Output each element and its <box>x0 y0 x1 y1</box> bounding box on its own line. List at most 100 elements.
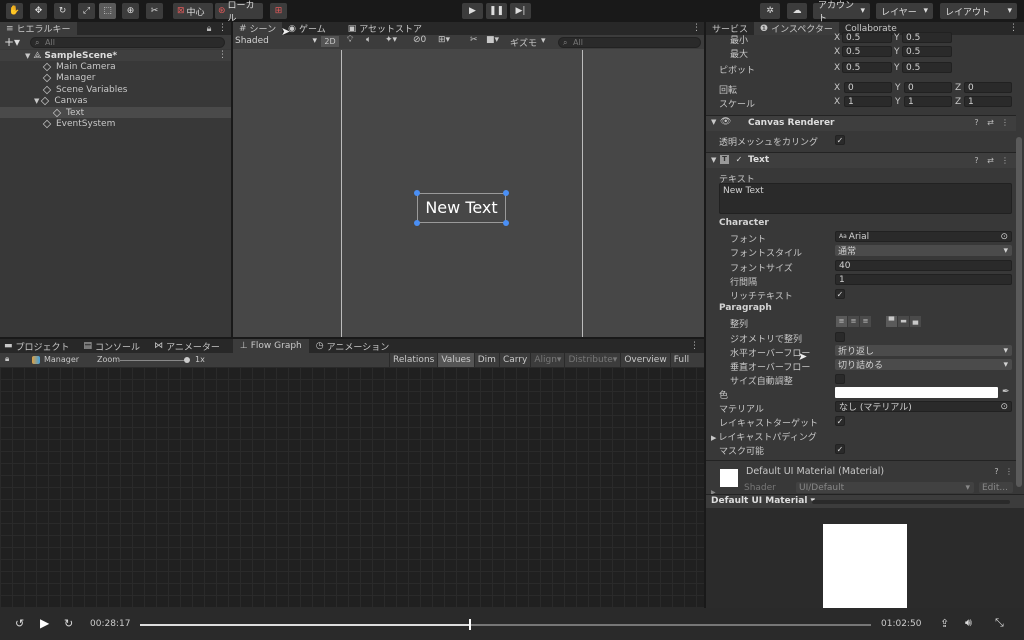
tab-hierarchy[interactable]: ≡ ヒエラルキー <box>0 22 77 35</box>
shading-dropdown[interactable]: Shaded ▾ <box>235 36 317 47</box>
scene-root[interactable]: ▼ ⟁ SampleScene* <box>25 50 117 61</box>
zoom-slider-thumb[interactable] <box>184 357 190 363</box>
rotation-x-field[interactable]: 0 <box>844 82 892 93</box>
geometry-align-checkbox[interactable] <box>835 332 845 342</box>
graph-breadcrumb[interactable]: Manager <box>32 355 79 364</box>
rect-handle[interactable] <box>414 190 420 196</box>
align-left-icon[interactable]: ≡ <box>836 316 847 327</box>
max-x-field[interactable]: 0.5 <box>842 46 892 57</box>
relations-button[interactable]: Relations <box>389 353 437 367</box>
min-y-field[interactable]: 0.5 <box>902 32 952 43</box>
step-button[interactable]: ▶| <box>510 3 531 19</box>
hierarchy-search-input[interactable]: ⌕ All <box>30 37 225 48</box>
rect-handle[interactable] <box>414 220 420 226</box>
text-enabled-checkbox[interactable]: ✓ <box>734 155 744 165</box>
tab-animator[interactable]: ⋈ アニメーター <box>147 339 233 353</box>
align-right-icon[interactable]: ≡ <box>860 316 871 327</box>
more-icon[interactable]: ⋮ <box>218 23 227 33</box>
preset-icon[interactable]: ⇄ <box>987 119 994 127</box>
list-item[interactable]: EventSystem <box>42 118 115 129</box>
preset-icon[interactable]: ⇄ <box>987 157 994 165</box>
align-bottom-icon[interactable]: ▄ <box>910 316 921 327</box>
collab-icon[interactable]: ✲ <box>760 3 780 19</box>
more-icon[interactable]: ⋮ <box>690 341 699 351</box>
space-toggle[interactable]: ⊛ ローカル <box>215 1 263 24</box>
tab-asset-store[interactable]: ▣ アセットストア <box>342 22 428 36</box>
audio-icon[interactable]: 🔈︎ <box>366 35 371 45</box>
layers-dropdown[interactable]: レイヤー ▾ <box>876 3 933 19</box>
rect-handle[interactable] <box>503 220 509 226</box>
more-icon[interactable]: ⋮ <box>1001 157 1009 165</box>
tab-flow-graph[interactable]: ⊥ Flow Graph <box>232 339 309 353</box>
edit-shader-button[interactable]: Edit... <box>979 482 1013 493</box>
pivot-y-field[interactable]: 0.5 <box>902 62 952 73</box>
tab-scene[interactable]: # シーン <box>233 22 283 35</box>
list-item[interactable]: ▼ Canvas <box>34 95 87 106</box>
transform-tool-icon[interactable]: ⊕ <box>122 3 139 19</box>
expand-icon[interactable]: ▼ <box>711 156 716 164</box>
2d-toggle[interactable]: 2D <box>321 36 339 47</box>
share-icon[interactable]: ⇪ <box>940 617 949 630</box>
material-field[interactable]: なし (マテリアル) ⊙ <box>835 401 1012 413</box>
graph-canvas[interactable] <box>0 367 704 609</box>
inspector-scrollbar[interactable] <box>1016 137 1022 487</box>
layout-dropdown[interactable]: レイアウト ▾ <box>940 3 1017 19</box>
hand-tool-icon[interactable]: ✋ <box>6 3 23 19</box>
line-spacing-field[interactable]: 1 <box>835 274 1012 285</box>
v-overflow-dropdown[interactable]: 切り詰める ▾ <box>835 359 1012 371</box>
eyedropper-icon[interactable]: ✒ <box>1002 387 1010 397</box>
tab-console[interactable]: ▤ コンソール <box>77 339 148 353</box>
forward-icon[interactable]: ↻ <box>64 617 73 630</box>
volume-icon[interactable]: 🔊︎ <box>965 616 972 630</box>
max-y-field[interactable]: 0.5 <box>902 46 952 57</box>
more-icon[interactable]: ⋮ <box>692 23 701 33</box>
raycast-padding-foldout[interactable]: ▶ レイキャストパディング <box>711 430 817 443</box>
rotation-z-field[interactable]: 0 <box>964 82 1012 93</box>
list-item[interactable]: Scene Variables <box>42 84 127 95</box>
zoom-slider[interactable] <box>120 360 188 361</box>
more-icon[interactable]: ⋮ <box>1009 23 1018 33</box>
shader-dropdown[interactable]: UI/Default ▾ <box>796 482 974 493</box>
rewind-icon[interactable]: ↺ <box>15 617 24 630</box>
carry-button[interactable]: Carry <box>498 353 530 367</box>
help-icon[interactable]: ? <box>993 468 1000 476</box>
color-swatch[interactable] <box>835 387 998 398</box>
object-picker-icon[interactable]: ⊙ <box>1000 232 1008 242</box>
scene-text-object[interactable]: New Text <box>417 198 506 217</box>
dim-button[interactable]: Dim <box>473 353 499 367</box>
font-style-dropdown[interactable]: 通常 ▾ <box>835 245 1012 257</box>
lock-icon[interactable]: 🔒︎ <box>205 24 213 34</box>
tab-animation[interactable]: ◷ アニメーション <box>309 339 397 353</box>
min-x-field[interactable]: 0.5 <box>842 32 892 43</box>
object-picker-icon[interactable]: ⊙ <box>1000 402 1008 412</box>
pivot-x-field[interactable]: 0.5 <box>842 62 892 73</box>
exit-fullscreen-icon[interactable]: ⤡ <box>995 616 1004 630</box>
list-item[interactable]: Manager <box>42 72 95 83</box>
play-button[interactable]: ▶ <box>462 3 483 19</box>
more-icon[interactable]: ⋮ <box>1005 468 1013 476</box>
selected-row[interactable] <box>0 107 231 118</box>
hidden-objects-icon[interactable]: ⊘0 <box>413 35 426 45</box>
values-button[interactable]: Values <box>437 353 474 367</box>
tools-icon[interactable]: ✂ <box>470 35 478 45</box>
camera-icon[interactable]: ■▾ <box>486 35 499 45</box>
scale-tool-icon[interactable]: ⤢ <box>78 3 95 19</box>
scale-z-field[interactable]: 1 <box>964 96 1012 107</box>
maskable-checkbox[interactable]: ✓ <box>835 444 845 454</box>
help-icon[interactable]: ? <box>973 157 980 165</box>
more-icon[interactable]: ⋮ <box>1001 119 1009 127</box>
snap-icon[interactable]: ⊞ <box>270 3 287 19</box>
rect-handle[interactable] <box>503 190 509 196</box>
align-middle-icon[interactable]: ▬ <box>898 316 909 327</box>
text-textarea[interactable]: New Text <box>719 183 1012 214</box>
grid-toggle-icon[interactable]: ⊞▾ <box>438 35 450 45</box>
align-center-icon[interactable]: ≡ <box>848 316 859 327</box>
font-field[interactable]: Aa Arial ⊙ <box>835 231 1012 242</box>
cloud-icon[interactable]: ☁ <box>787 3 807 19</box>
scale-y-field[interactable]: 1 <box>904 96 952 107</box>
scene-search-input[interactable]: ⌕ All <box>558 37 701 48</box>
scale-x-field[interactable]: 1 <box>844 96 892 107</box>
account-dropdown[interactable]: アカウント ▾ <box>813 1 870 24</box>
add-icon[interactable]: +▾ <box>4 35 20 49</box>
seek-thumb[interactable] <box>468 619 471 630</box>
